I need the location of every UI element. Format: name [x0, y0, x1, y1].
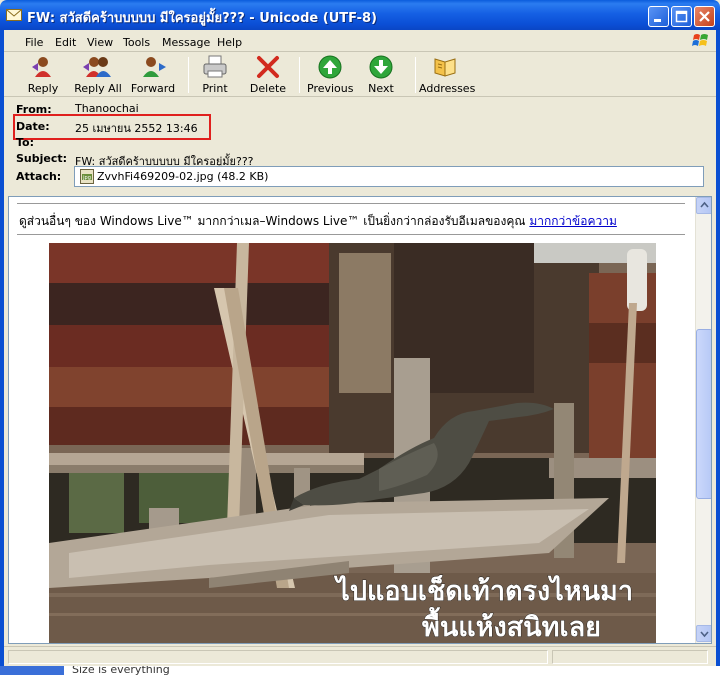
addresses-button[interactable]: Addresses [419, 55, 476, 95]
previous-label: Previous [307, 82, 354, 95]
svg-text:jpg: jpg [82, 175, 91, 181]
promo-text: ดูส่วนอื่นๆ ของ Windows Live™ มากกว่าเมล… [19, 214, 526, 228]
minimize-button[interactable] [648, 6, 669, 27]
arrow-down-icon [369, 55, 393, 79]
status-bar [4, 646, 716, 666]
toolbar-separator [415, 57, 416, 93]
menu-bar: File Edit View Tools Message Help [4, 30, 716, 52]
menu-view[interactable]: View [87, 36, 113, 49]
status-cell-secondary [552, 650, 708, 664]
jpg-file-icon: jpg [80, 169, 94, 184]
close-button[interactable] [694, 6, 715, 27]
windows-logo-icon [692, 34, 708, 46]
reply-all-label: Reply All [74, 82, 122, 95]
window-title: FW: สวัสดีคร้าบบบบบ มีใครอยู่มั้ย??? - U… [27, 11, 377, 26]
menu-edit[interactable]: Edit [55, 36, 76, 49]
maximize-icon [675, 10, 688, 23]
scroll-thumb[interactable] [696, 329, 711, 499]
arrow-up-icon [318, 55, 342, 79]
scroll-down-button[interactable] [696, 625, 711, 642]
reply-label: Reply [27, 82, 59, 95]
email-window: FW: สวัสดีคร้าบบบบบ มีใครอยู่มั้ย??? - U… [0, 0, 720, 675]
taskbar-text: Size is everything [72, 666, 170, 675]
print-label: Print [202, 82, 228, 95]
delete-x-icon [257, 56, 279, 78]
addresses-label: Addresses [419, 82, 476, 95]
date-highlight-box [13, 114, 211, 140]
promo-link[interactable]: มากกว่าข้อความ [529, 214, 616, 228]
printer-icon [203, 55, 227, 78]
photo-caption-line-1: ไปแอบเช็ดเท้าตรงไหนมา [333, 573, 633, 607]
message-body[interactable]: ดูส่วนอื่นๆ ของ Windows Live™ มากกว่าเมล… [8, 196, 712, 644]
delete-label: Delete [249, 82, 287, 95]
maximize-button[interactable] [671, 6, 692, 27]
scroll-up-button[interactable] [696, 197, 711, 214]
chevron-up-icon [700, 201, 709, 208]
window-frame-right [716, 30, 720, 675]
divider [17, 203, 685, 204]
to-label: To: [16, 136, 34, 149]
print-button[interactable]: Print [197, 55, 233, 95]
chevron-down-icon [700, 631, 709, 638]
attachment-field[interactable]: jpg ZvvhFi469209-02.jpg (48.2 KB) [74, 166, 704, 187]
subject-label: Subject: [16, 152, 68, 165]
reply-button[interactable]: Reply [22, 55, 64, 95]
toolbar-separator [299, 57, 300, 93]
message-headers: From: Thanoochai Date: 25 เมษายน 2552 13… [4, 98, 716, 192]
status-cell-main [8, 650, 548, 664]
address-book-icon [434, 58, 456, 77]
toolbar-separator [188, 57, 189, 93]
toolbar: Reply Reply All Forward Print Delete Pre… [4, 53, 716, 97]
forward-label: Forward [130, 82, 176, 95]
title-bar[interactable]: FW: สวัสดีคร้าบบบบบ มีใครอยู่มั้ย??? - U… [0, 0, 720, 30]
reply-all-icon [83, 57, 111, 77]
menu-message[interactable]: Message [162, 36, 210, 49]
forward-icon [143, 57, 166, 77]
divider [17, 234, 685, 235]
previous-button[interactable]: Previous [307, 55, 354, 95]
forward-button[interactable]: Forward [129, 55, 177, 95]
next-label: Next [368, 82, 394, 95]
taskbar-strip: Size is everything [0, 666, 720, 675]
minimize-icon [654, 19, 661, 22]
promo-line: ดูส่วนอื่นๆ ของ Windows Live™ มากกว่าเมล… [19, 212, 617, 231]
attach-label: Attach: [16, 170, 62, 183]
next-button[interactable]: Next [366, 55, 396, 95]
close-icon [699, 11, 710, 22]
delete-button[interactable]: Delete [249, 55, 287, 95]
envelope-icon [6, 9, 22, 21]
menu-help[interactable]: Help [217, 36, 242, 49]
menu-tools[interactable]: Tools [123, 36, 150, 49]
attachment-filename[interactable]: ZvvhFi469209-02.jpg (48.2 KB) [97, 170, 268, 183]
reply-all-button[interactable]: Reply All [72, 55, 124, 95]
reply-icon [32, 57, 51, 77]
crocodile-photo: ไปแอบเช็ดเท้าตรงไหนมา พื้นแห้งสนิทเลย [49, 243, 656, 643]
photo-caption-line-2: พื้นแห้งสนิทเลย [422, 606, 601, 643]
vertical-scrollbar[interactable] [695, 197, 711, 643]
menu-file[interactable]: File [25, 36, 43, 49]
taskbar-button[interactable] [0, 666, 64, 675]
